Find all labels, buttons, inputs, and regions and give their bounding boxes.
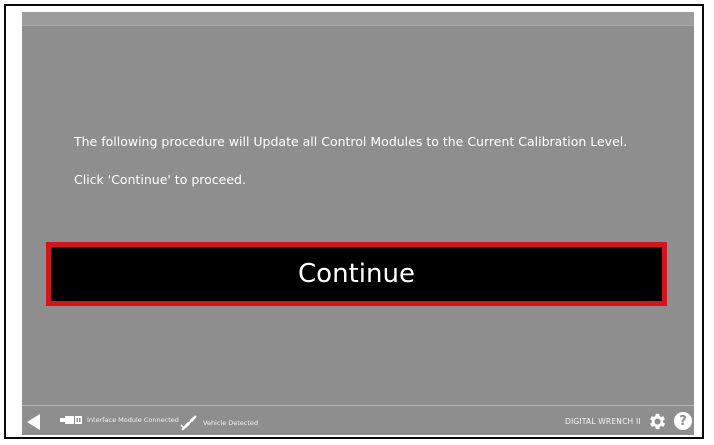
main-screen: The following procedure will Update all … — [22, 12, 694, 435]
gear-icon[interactable] — [647, 411, 668, 432]
vehicle-disconnected-icon — [180, 415, 197, 431]
continue-button[interactable]: Continue — [46, 242, 667, 306]
vehicle-status-label: Vehicle Detected — [203, 419, 259, 427]
top-bar — [22, 12, 694, 26]
help-icon[interactable]: ? — [674, 412, 692, 430]
vehicle-status: Vehicle Detected — [180, 415, 258, 431]
procedure-message: The following procedure will Update all … — [74, 123, 627, 199]
brand-name: DIGITAL WRENCH II — [565, 417, 641, 426]
continue-button-label: Continue — [298, 259, 415, 289]
interface-module-status: Interface Module Connected — [60, 415, 179, 425]
back-arrow-icon[interactable] — [24, 412, 44, 432]
footer-divider — [22, 405, 694, 406]
interface-module-label: Interface Module Connected — [87, 416, 179, 424]
message-line-1: The following procedure will Update all … — [74, 134, 628, 149]
help-icon-label: ? — [679, 413, 687, 429]
interface-module-icon — [60, 416, 82, 424]
message-line-2: Click 'Continue' to proceed. — [74, 172, 246, 187]
footer-bar: Interface Module Connected Vehicle Detec… — [22, 408, 694, 435]
app-window-frame: The following procedure will Update all … — [4, 4, 704, 439]
